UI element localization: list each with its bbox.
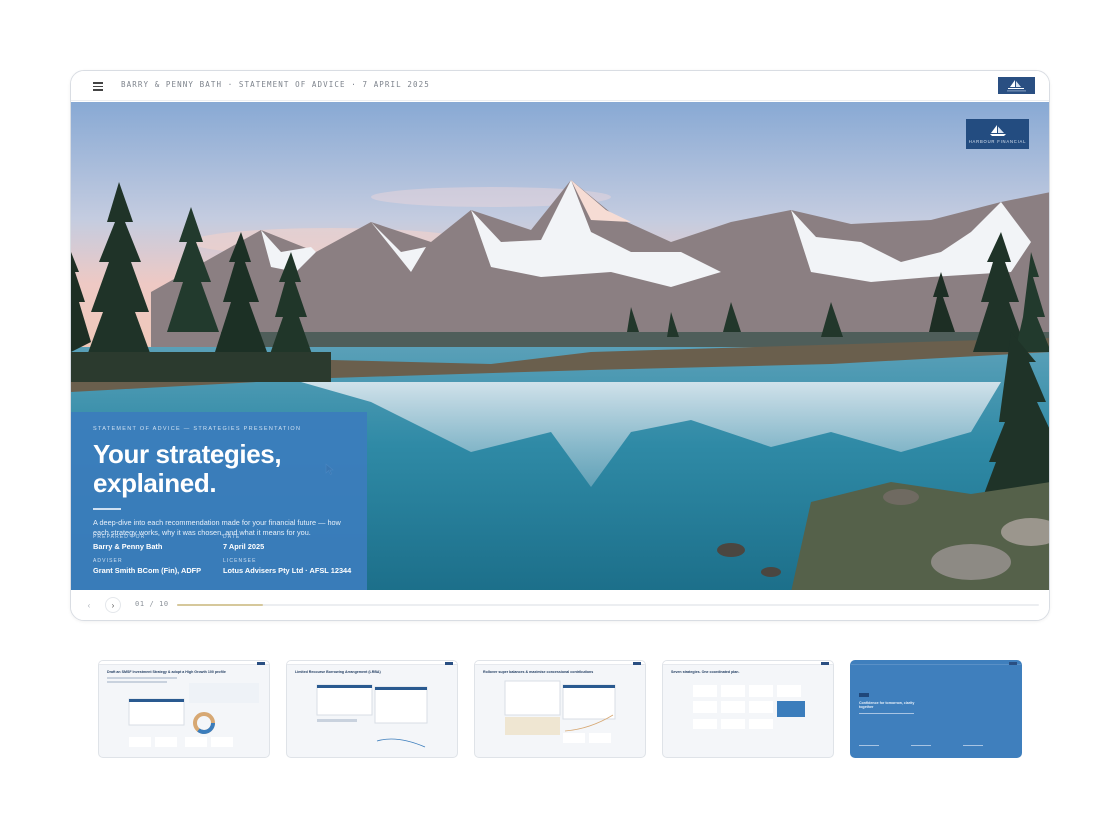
date-value: 7 April 2025 [223, 542, 265, 551]
previous-slide-button[interactable]: ‹ [81, 597, 97, 613]
eyebrow: STATEMENT OF ADVICE — STRATEGIES PRESENT… [93, 426, 302, 432]
prepared-for-label: PREPARED FOR [93, 534, 146, 540]
thumbnail-slide-summary[interactable]: Seven strategies. One coordinated plan. [662, 660, 834, 758]
thumbnail-slide-super[interactable]: Rollover super balances & maximise conce… [474, 660, 646, 758]
presentation-window: BARRY & PENNY BATH · STATEMENT OF ADVICE… [70, 70, 1050, 621]
meta-row-2: ADVISER Grant Smith BCom (Fin), ADFP LIC… [93, 558, 363, 575]
progress-track[interactable] [177, 604, 1039, 606]
hero-text-card: STATEMENT OF ADVICE — STRATEGIES PRESENT… [71, 412, 367, 592]
prepared-for-value: Barry & Penny Bath [93, 542, 163, 551]
slide-controls: ‹ › 01 / 10 [71, 590, 1049, 620]
chevron-right-icon: › [111, 600, 115, 610]
menu-icon[interactable] [87, 77, 109, 95]
next-slide-button[interactable]: › [105, 597, 121, 613]
sailboat-icon [989, 124, 1006, 136]
slide-title-line-2: explained. [93, 468, 217, 498]
hero-slide: HARBOUR FINANCIAL STATEMENT OF ADVICE — … [71, 102, 1049, 592]
brand-logo-small [998, 77, 1035, 94]
slide-title-line-1: Your strategies, [93, 439, 282, 469]
brand-name: HARBOUR FINANCIAL [968, 138, 1027, 144]
progress-fill [177, 604, 264, 606]
adviser: ADVISER Grant Smith BCom (Fin), ADFP [93, 558, 223, 575]
licensee-value: Lotus Advisers Pty Ltd · AFSL 12344 [223, 566, 352, 575]
meta-row-1: PREPARED FOR Barry & Penny Bath DATE 7 A… [93, 534, 363, 551]
thumbnail-slide-smsf[interactable]: Draft an SMSF Investment Strategy & adop… [98, 660, 270, 758]
licensee: LICENSEE Lotus Advisers Pty Ltd · AFSL 1… [223, 558, 353, 575]
slide-counter: 01 / 10 [135, 600, 169, 608]
thumbnail-slide-lrba[interactable]: Limited Recourse Borrowing Arrangement (… [286, 660, 458, 758]
licensee-label: LICENSEE [223, 558, 257, 564]
thumbnail-slide-closing[interactable]: Confidence for tomorrow, clarity togethe… [850, 660, 1022, 758]
adviser-label: ADVISER [93, 558, 123, 564]
chevron-left-icon: ‹ [87, 600, 91, 610]
slide-thumbnails: Draft an SMSF Investment Strategy & adop… [98, 660, 1022, 758]
brand-badge: HARBOUR FINANCIAL [966, 119, 1029, 149]
date: DATE 7 April 2025 [223, 534, 353, 551]
slide-title: Your strategies, explained. [93, 440, 345, 498]
title-divider [93, 508, 121, 510]
top-bar: BARRY & PENNY BATH · STATEMENT OF ADVICE… [71, 71, 1049, 101]
breadcrumb: BARRY & PENNY BATH · STATEMENT OF ADVICE… [121, 80, 430, 89]
prepared-for: PREPARED FOR Barry & Penny Bath [93, 534, 223, 551]
adviser-value: Grant Smith BCom (Fin), ADFP [93, 566, 202, 575]
date-label: DATE [223, 534, 241, 540]
